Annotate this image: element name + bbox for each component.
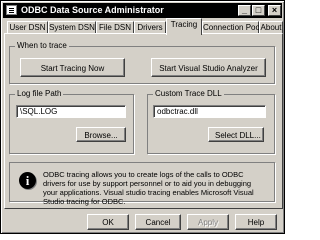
help-button[interactable]: Help (235, 214, 277, 230)
log-file-path-label: Log file Path (15, 89, 64, 99)
start-vs-analyzer-button[interactable]: Start Visual Studio Analyzer (151, 58, 266, 77)
select-dll-button[interactable]: Select DLL... (208, 127, 264, 142)
info-icon (19, 172, 36, 189)
log-file-path-group: Log file Path \SQL.LOG Browse... (9, 89, 134, 154)
custom-trace-dll-input[interactable]: odbctrac.dll (153, 105, 266, 118)
start-tracing-button[interactable]: Start Tracing Now (20, 58, 125, 77)
title-bar[interactable]: ODBC Data Source Administrator _ □ × (3, 3, 282, 18)
tab-tracing[interactable]: Tracing (166, 18, 202, 35)
maximize-icon[interactable]: □ (252, 5, 265, 16)
info-description: ODBC tracing allows you to create logs o… (43, 170, 254, 206)
dialog-window: ODBC Data Source Administrator _ □ × Use… (0, 0, 285, 234)
cancel-button[interactable]: Cancel (135, 214, 181, 230)
apply-button[interactable]: Apply (187, 214, 229, 230)
log-file-path-input[interactable]: \SQL.LOG (16, 105, 126, 118)
close-icon[interactable]: × (268, 5, 281, 16)
minimize-icon[interactable]: _ (238, 5, 251, 16)
custom-trace-dll-group: Custom Trace DLL odbctrac.dll Select DLL… (147, 89, 275, 154)
ok-button[interactable]: OK (87, 214, 129, 230)
tab-strip: User DSN System DSN File DSN Drivers Tra… (4, 18, 283, 35)
browse-button[interactable]: Browse... (76, 127, 126, 142)
when-to-trace-label: When to trace (15, 41, 69, 51)
info-group: ODBC tracing allows you to create logs o… (9, 162, 275, 206)
tracing-panel: When to trace Start Tracing Now Start Vi… (4, 33, 283, 209)
odbc-app-icon (6, 5, 17, 15)
when-to-trace-group: When to trace Start Tracing Now Start Vi… (9, 41, 275, 84)
custom-trace-dll-label: Custom Trace DLL (153, 89, 224, 99)
window-title: ODBC Data Source Administrator (21, 5, 164, 15)
